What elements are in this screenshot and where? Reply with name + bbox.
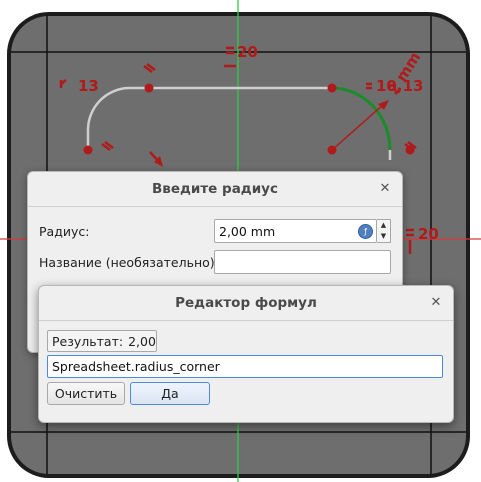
name-input[interactable] — [214, 250, 391, 274]
dimension-top[interactable]: 20 — [237, 43, 258, 61]
ok-button-label: Да — [161, 386, 179, 401]
formula-dialog-titlebar[interactable]: Редактор формул — [39, 286, 453, 321]
radius-dialog-titlebar[interactable]: Введите радиус — [28, 172, 402, 207]
clear-button[interactable]: Очистить — [47, 382, 125, 405]
sketch-point[interactable] — [144, 83, 154, 93]
sketch-point[interactable] — [327, 145, 337, 155]
close-icon[interactable]: ✕ — [376, 180, 394, 198]
sketch-point[interactable] — [83, 145, 93, 155]
result-value: 2,00 — [128, 333, 156, 349]
dimension-side[interactable]: 20 — [418, 225, 439, 243]
name-label: Название (необязательно) — [39, 255, 215, 270]
formula-icon[interactable]: ƒ — [358, 224, 373, 239]
dimension-left[interactable]: 13 — [78, 77, 99, 95]
clear-button-label: Очистить — [54, 386, 118, 401]
ok-button[interactable]: Да — [130, 382, 210, 405]
formula-dialog-title: Редактор формул — [175, 295, 317, 311]
expression-input[interactable]: Spreadsheet.radius_corner — [47, 355, 443, 378]
radius-spinbox[interactable]: ▲ ▼ — [377, 219, 391, 243]
formula-editor-dialog: Редактор формул ✕ Результат: 2,00 Spread… — [38, 285, 454, 423]
radius-input-value: 2,00 mm — [219, 223, 276, 239]
sketch-point[interactable] — [327, 83, 337, 93]
radius-input[interactable]: 2,00 mm — [214, 219, 377, 243]
chevron-down-icon[interactable]: ▼ — [377, 231, 390, 242]
radius-dialog-title: Введите радиус — [152, 181, 278, 197]
expression-value: Spreadsheet.radius_corner — [52, 359, 220, 374]
close-icon[interactable]: ✕ — [427, 294, 445, 312]
chevron-up-icon[interactable]: ▲ — [377, 220, 390, 231]
result-label: Результат: — [52, 333, 124, 349]
radius-label: Радиус: — [39, 224, 90, 239]
result-box: Результат: 2,00 — [47, 330, 157, 352]
